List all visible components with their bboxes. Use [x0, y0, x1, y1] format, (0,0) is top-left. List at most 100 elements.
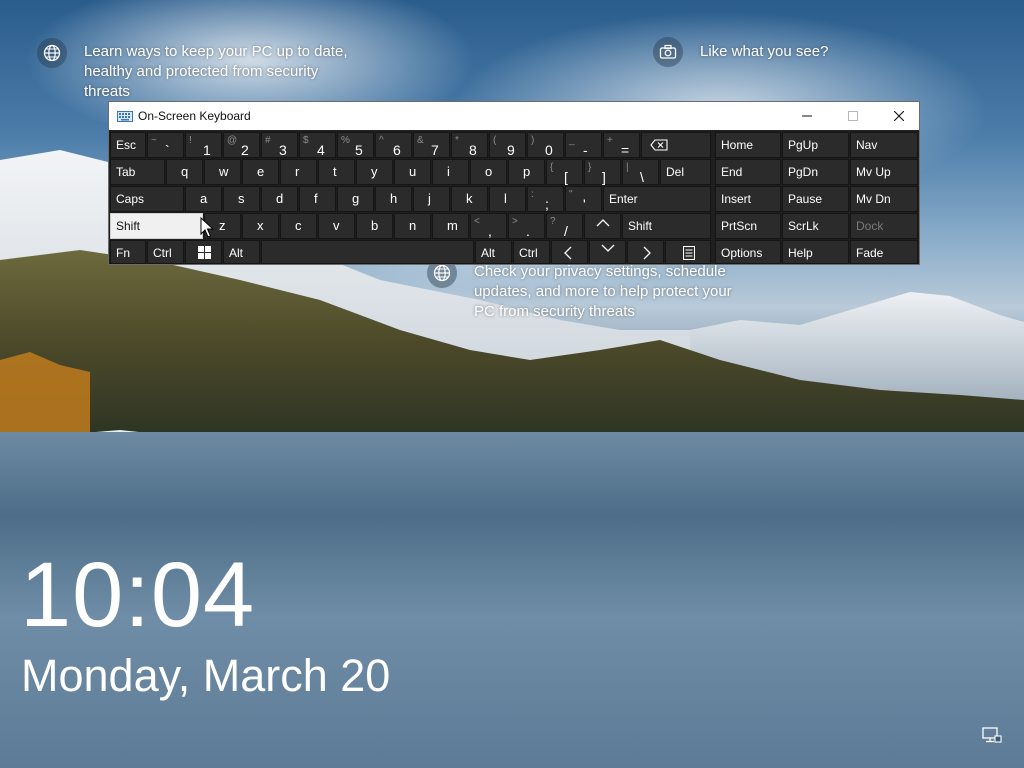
minimize-icon	[802, 115, 812, 117]
key-shift-right[interactable]: Shift	[622, 213, 711, 239]
key-8[interactable]: * 8	[451, 132, 488, 158]
key-nav[interactable]: Nav	[850, 132, 918, 158]
notification-line: updates, and more to help protect your	[474, 283, 732, 300]
arrow-right-icon	[643, 246, 651, 260]
key-comma[interactable]: <,	[470, 213, 507, 239]
key-0[interactable]: ) 0	[527, 132, 564, 158]
key-scrlk[interactable]: ScrLk	[782, 213, 849, 239]
key-w[interactable]: w	[204, 159, 241, 185]
key-r[interactable]: r	[280, 159, 317, 185]
key-e[interactable]: e	[242, 159, 279, 185]
notification-line: Check your privacy settings, schedule	[474, 263, 726, 280]
key-arrow-down[interactable]	[589, 240, 626, 264]
key-slash[interactable]: ? /	[546, 213, 583, 239]
key-7[interactable]: & 7	[413, 132, 450, 158]
key-pause[interactable]: Pause	[782, 186, 849, 212]
key-d[interactable]: d	[261, 186, 298, 212]
key-m[interactable]: m	[432, 213, 469, 239]
key-o[interactable]: o	[470, 159, 507, 185]
arrow-down-icon	[601, 244, 615, 252]
key-k[interactable]: k	[451, 186, 488, 212]
key-3[interactable]: #3	[261, 132, 298, 158]
key-quote[interactable]: " '	[565, 186, 602, 212]
key-prtscn[interactable]: PrtScn	[715, 213, 781, 239]
keyboard-keys: Esc ~ ` ! 1 @2 #3 $4 % 5 ^ 6 & 7 * 8 (9 ) 0 _ - …	[109, 130, 919, 264]
network-icon[interactable]	[982, 727, 1002, 745]
key-f[interactable]: f	[299, 186, 336, 212]
key-arrow-left[interactable]	[551, 240, 588, 264]
key-arrow-right[interactable]	[627, 240, 664, 264]
key-4[interactable]: $4	[299, 132, 336, 158]
key-pgdn[interactable]: PgDn	[782, 159, 849, 185]
key-backslash[interactable]: | \	[622, 159, 659, 185]
key-enter[interactable]: Enter	[603, 186, 711, 212]
notification-update[interactable]: Learn ways to keep your PC up to date, h…	[37, 38, 367, 100]
key-help[interactable]: Help	[782, 240, 849, 264]
notification-privacy[interactable]: Check your privacy settings, schedule up…	[427, 258, 757, 322]
key-windows[interactable]	[185, 240, 222, 264]
key-i[interactable]: i	[432, 159, 469, 185]
notification-like[interactable]: Like what you see?	[653, 37, 853, 69]
key-insert[interactable]: Insert	[715, 186, 781, 212]
key-alt-right[interactable]: Alt	[475, 240, 512, 264]
key-space[interactable]	[261, 240, 474, 264]
key-dock: Dock	[850, 213, 918, 239]
key-minus[interactable]: _ -	[565, 132, 602, 158]
key-esc[interactable]: Esc	[110, 132, 146, 158]
key-semicolon[interactable]: :;	[527, 186, 564, 212]
key-ctrl-right[interactable]: Ctrl	[513, 240, 550, 264]
on-screen-keyboard-window[interactable]: On-Screen Keyboard Esc ~ ` ! 1 @2 #3 $4 % 5…	[108, 101, 920, 265]
minimize-button[interactable]	[784, 102, 830, 130]
key-del[interactable]: Del	[660, 159, 711, 185]
key-caps[interactable]: Caps	[110, 186, 184, 212]
window-title: On-Screen Keyboard	[138, 109, 251, 123]
key-end[interactable]: End	[715, 159, 781, 185]
key-menu[interactable]	[665, 240, 711, 264]
key-v[interactable]: v	[318, 213, 355, 239]
key-5[interactable]: % 5	[337, 132, 374, 158]
key-period[interactable]: >.	[508, 213, 545, 239]
key-fn[interactable]: Fn	[110, 240, 146, 264]
key-home[interactable]: Home	[715, 132, 781, 158]
close-button[interactable]	[876, 102, 922, 130]
keyboard-icon	[117, 111, 133, 122]
key-shift-left[interactable]: Shift	[110, 213, 203, 239]
key-alt-left[interactable]: Alt	[223, 240, 260, 264]
key-n[interactable]: n	[394, 213, 431, 239]
key-u[interactable]: u	[394, 159, 431, 185]
key-options[interactable]: Options	[715, 240, 781, 264]
lock-screen-clock: 10:04	[20, 544, 256, 646]
key-a[interactable]: a	[185, 186, 222, 212]
maximize-button[interactable]	[830, 102, 876, 130]
key-fade[interactable]: Fade	[850, 240, 918, 264]
window-titlebar[interactable]: On-Screen Keyboard	[109, 102, 919, 130]
key-ctrl-left[interactable]: Ctrl	[147, 240, 184, 264]
key-s[interactable]: s	[223, 186, 260, 212]
key-x[interactable]: x	[242, 213, 279, 239]
key-backtick[interactable]: ~ `	[147, 132, 184, 158]
key-y[interactable]: y	[356, 159, 393, 185]
key-j[interactable]: j	[413, 186, 450, 212]
key-t[interactable]: t	[318, 159, 355, 185]
key-open-bracket[interactable]: {[	[546, 159, 583, 185]
key-l[interactable]: l	[489, 186, 526, 212]
key-6[interactable]: ^ 6	[375, 132, 412, 158]
key-h[interactable]: h	[375, 186, 412, 212]
key-c[interactable]: c	[280, 213, 317, 239]
key-move-down[interactable]: Mv Dn	[850, 186, 918, 212]
key-pgup[interactable]: PgUp	[782, 132, 849, 158]
key-b[interactable]: b	[356, 213, 393, 239]
key-equals[interactable]: + =	[603, 132, 640, 158]
key-close-bracket[interactable]: }]	[584, 159, 621, 185]
key-g[interactable]: g	[337, 186, 374, 212]
key-2[interactable]: @2	[223, 132, 260, 158]
key-p[interactable]: p	[508, 159, 545, 185]
key-arrow-up[interactable]	[584, 213, 621, 239]
key-tab[interactable]: Tab	[110, 159, 165, 185]
notification-line: Like what you see?	[700, 43, 829, 60]
key-1[interactable]: ! 1	[185, 132, 222, 158]
key-9[interactable]: (9	[489, 132, 526, 158]
key-q[interactable]: q	[166, 159, 203, 185]
key-backspace[interactable]	[641, 132, 711, 158]
key-move-up[interactable]: Mv Up	[850, 159, 918, 185]
